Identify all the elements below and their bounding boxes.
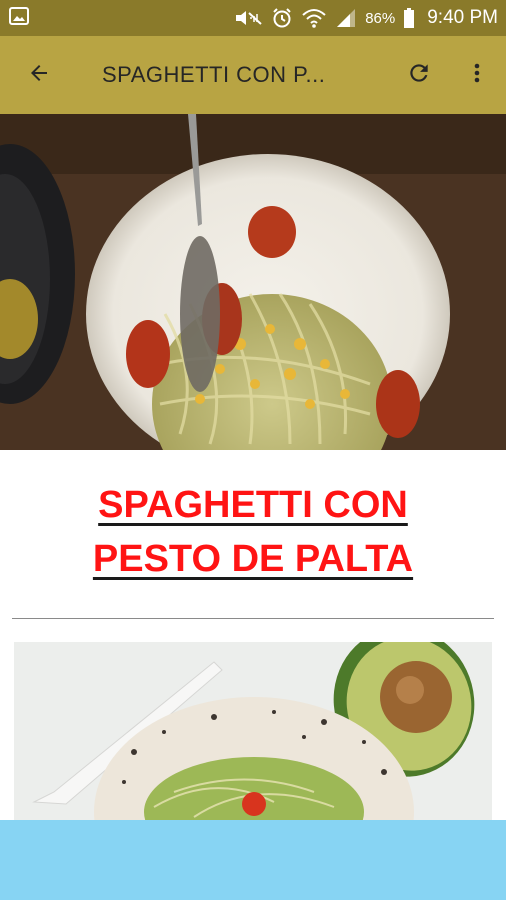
battery-percent: 86% [365, 9, 396, 27]
alarm-icon [271, 7, 293, 29]
battery-icon [403, 7, 415, 29]
bottom-banner [0, 820, 506, 900]
image-icon [8, 5, 30, 32]
recipe-title: SPAGHETTI CON PESTO DE PALTA [0, 478, 506, 586]
more-options-button[interactable] [448, 36, 506, 114]
hero-image [0, 114, 506, 450]
refresh-button[interactable] [390, 36, 448, 114]
more-vert-icon [473, 61, 481, 90]
refresh-icon [406, 60, 432, 91]
divider [12, 618, 494, 619]
mute-icon [233, 7, 263, 29]
status-bar: 86% 9:40 PM [0, 0, 506, 36]
recipe-title-line1: SPAGHETTI CON [98, 484, 408, 526]
signal-icon [335, 7, 357, 29]
clock: 9:40 PM [427, 7, 498, 28]
recipe-title-line2: PESTO DE PALTA [92, 538, 414, 580]
app-bar-title: SPAGHETTI CON P... [102, 62, 326, 87]
recipe-photo [14, 642, 492, 820]
back-arrow-icon [27, 61, 51, 90]
app-bar: SPAGHETTI CON P... [0, 36, 506, 114]
wifi-icon [301, 7, 327, 29]
back-button[interactable] [0, 36, 78, 114]
